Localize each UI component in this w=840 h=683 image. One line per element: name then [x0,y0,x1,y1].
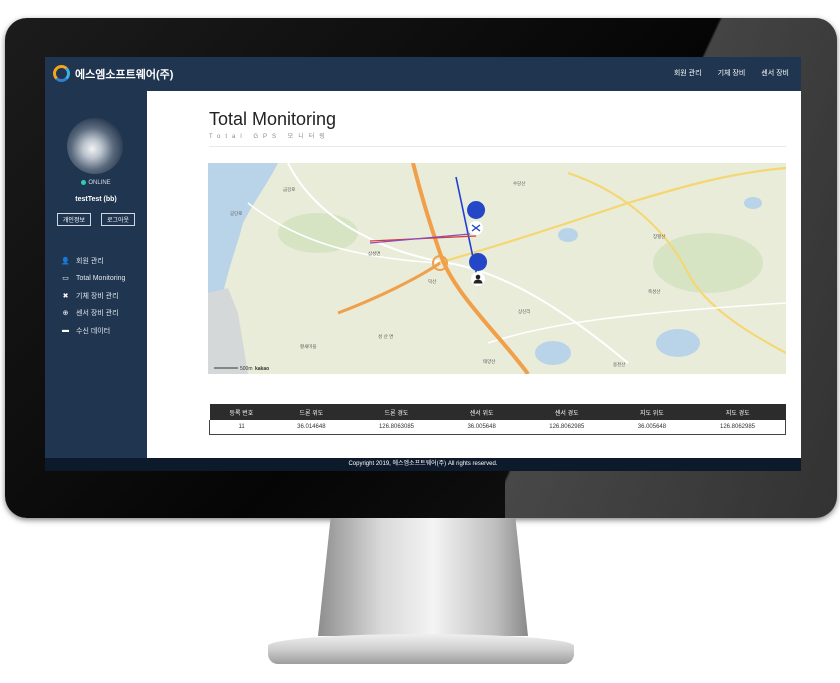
monitor-stand-neck [318,518,528,636]
map-canvas[interactable]: 500m kakao 금강로 공단로 삼성면 성 산 면 수당산 덕산 축성산 … [208,163,786,374]
monitor-stand-base [268,634,574,664]
avatar [67,118,123,174]
column-header[interactable]: 센서 경도 [519,404,614,420]
table-cell: 11 [209,420,274,435]
sidebar-item-sensor-management[interactable]: ⊕ 센서 장비 관리 [60,305,125,323]
map-road [287,163,629,364]
username: testTest (bb) [75,196,117,203]
page-title: Total Monitoring [209,109,337,129]
drone-icon: ✖ [62,292,69,300]
column-header[interactable]: 지도 경도 [690,404,786,420]
map-place-label: 황새마을 [300,343,317,350]
sidebar-item-label: 회원 관리 [76,257,104,265]
map-place-label: 축성산 [648,288,660,295]
table-header-row: 등록 번호 드론 위도 드론 경도 센서 위도 센서 경도 지도 위도 지도 경… [209,404,786,420]
sidebar-item-label: 기체 장비 관리 [76,292,119,300]
table-row[interactable]: 11 36.014648 126.8063085 36.005648 126.8… [209,420,787,435]
map-place-label: 상신리 [518,308,530,315]
map-scale-label: 500m [240,366,253,372]
monitor-icon: ▭ [62,275,69,283]
topnav-member-management[interactable]: 회원 관리 [674,68,702,78]
brand-name: 에스엠소프트웨어(주) [75,68,174,81]
map-industrial-area [208,288,248,374]
map-place-label: 성 산 면 [378,333,393,340]
map-place-label: 태양산 [483,358,495,365]
gps-data-table: 등록 번호 드론 위도 드론 경도 센서 위도 센서 경도 지도 위도 지도 경… [209,404,787,435]
profile-buttons: 개인정보 로그아웃 [47,213,145,226]
footer: Copyright 2019, 에스엠소프트웨어(주) All rights r… [45,458,801,471]
map-place-label: 용천산 [613,361,625,368]
sidebar-menu: 👤 회원 관리 ▭ Total Monitoring ✖ 기체 장비 관리 ⊕ … [60,252,125,340]
screen: 에스엠소프트웨어(주) 회원 관리 기체 장비 센서 장비 ONLINE tes… [45,57,801,471]
table-cell: 36.005648 [613,420,691,435]
online-status: ONLINE [45,180,147,186]
company-logo-icon [53,65,70,82]
profile-info-button[interactable]: 개인정보 [56,213,91,226]
logout-button[interactable]: 로그아웃 [101,213,136,226]
map-place-label: 장평산 [653,233,665,240]
map-place-label: 공단로 [230,210,242,217]
main-content: Total Monitoring Total GPS 모니터링 500m kak… [147,91,801,458]
sidebar-item-label: Total Monitoring [76,274,126,282]
map-highway [337,261,441,315]
map-place-label: 덕산 [428,278,436,285]
map-place-label: 금강로 [283,186,295,193]
column-header[interactable]: 센서 위도 [443,404,520,420]
table-cell: 126.8062985 [519,420,614,435]
sidebar-item-received-data[interactable]: ▬ 수신 데이터 [60,322,125,340]
sensor-track-line [369,233,471,244]
data-icon: ▬ [62,327,69,335]
column-header[interactable]: 드론 위도 [273,404,350,420]
sidebar-item-label: 수신 데이터 [76,327,111,335]
table-cell: 36.005648 [443,420,520,435]
user-icon: 👤 [61,257,70,265]
column-header[interactable]: 드론 경도 [349,404,444,420]
status-label: ONLINE [88,180,111,187]
topnav-aircraft-equipment[interactable]: 기체 장비 [718,68,746,78]
page-subtitle: Total GPS 모니터링 [209,134,330,140]
table-cell: 126.8062985 [690,420,787,435]
title-divider [209,146,786,147]
sidebar-item-member-management[interactable]: 👤 회원 관리 [60,252,125,270]
top-navigation-bar: 에스엠소프트웨어(주) 회원 관리 기체 장비 센서 장비 [45,57,801,91]
map-lake [558,228,578,242]
crosshair-icon: ⊕ [62,310,69,318]
table-cell: 126.8063085 [349,420,444,435]
topnav-sensor-equipment[interactable]: 센서 장비 [761,68,789,78]
gps-map[interactable]: 500m kakao 금강로 공단로 삼성면 성 산 면 수당산 덕산 축성산 … [208,163,786,374]
map-lake [535,341,571,365]
table-cell: 36.014648 [273,420,350,435]
sidebar-item-total-monitoring[interactable]: ▭ Total Monitoring [60,270,125,288]
map-lake [656,329,700,357]
map-place-label: 수당산 [513,180,525,187]
status-dot-icon [81,180,87,185]
sidebar-item-label: 센서 장비 관리 [76,310,119,318]
map-road [487,302,786,344]
column-header[interactable]: 등록 번호 [209,404,274,420]
brand-logo[interactable]: 에스엠소프트웨어(주) [53,65,173,82]
map-place-label: 삼성면 [368,250,380,257]
top-nav-menu: 회원 관리 기체 장비 센서 장비 [674,68,789,78]
map-provider-logo: kakao [255,366,269,372]
map-forest [278,213,358,253]
map-lake [744,197,762,209]
sidebar: ONLINE testTest (bb) 개인정보 로그아웃 👤 회원 관리 ▭… [45,91,147,458]
user-location-marker[interactable] [469,253,488,297]
column-header[interactable]: 지도 위도 [613,404,691,420]
sidebar-item-aircraft-management[interactable]: ✖ 기체 장비 관리 [60,287,125,305]
